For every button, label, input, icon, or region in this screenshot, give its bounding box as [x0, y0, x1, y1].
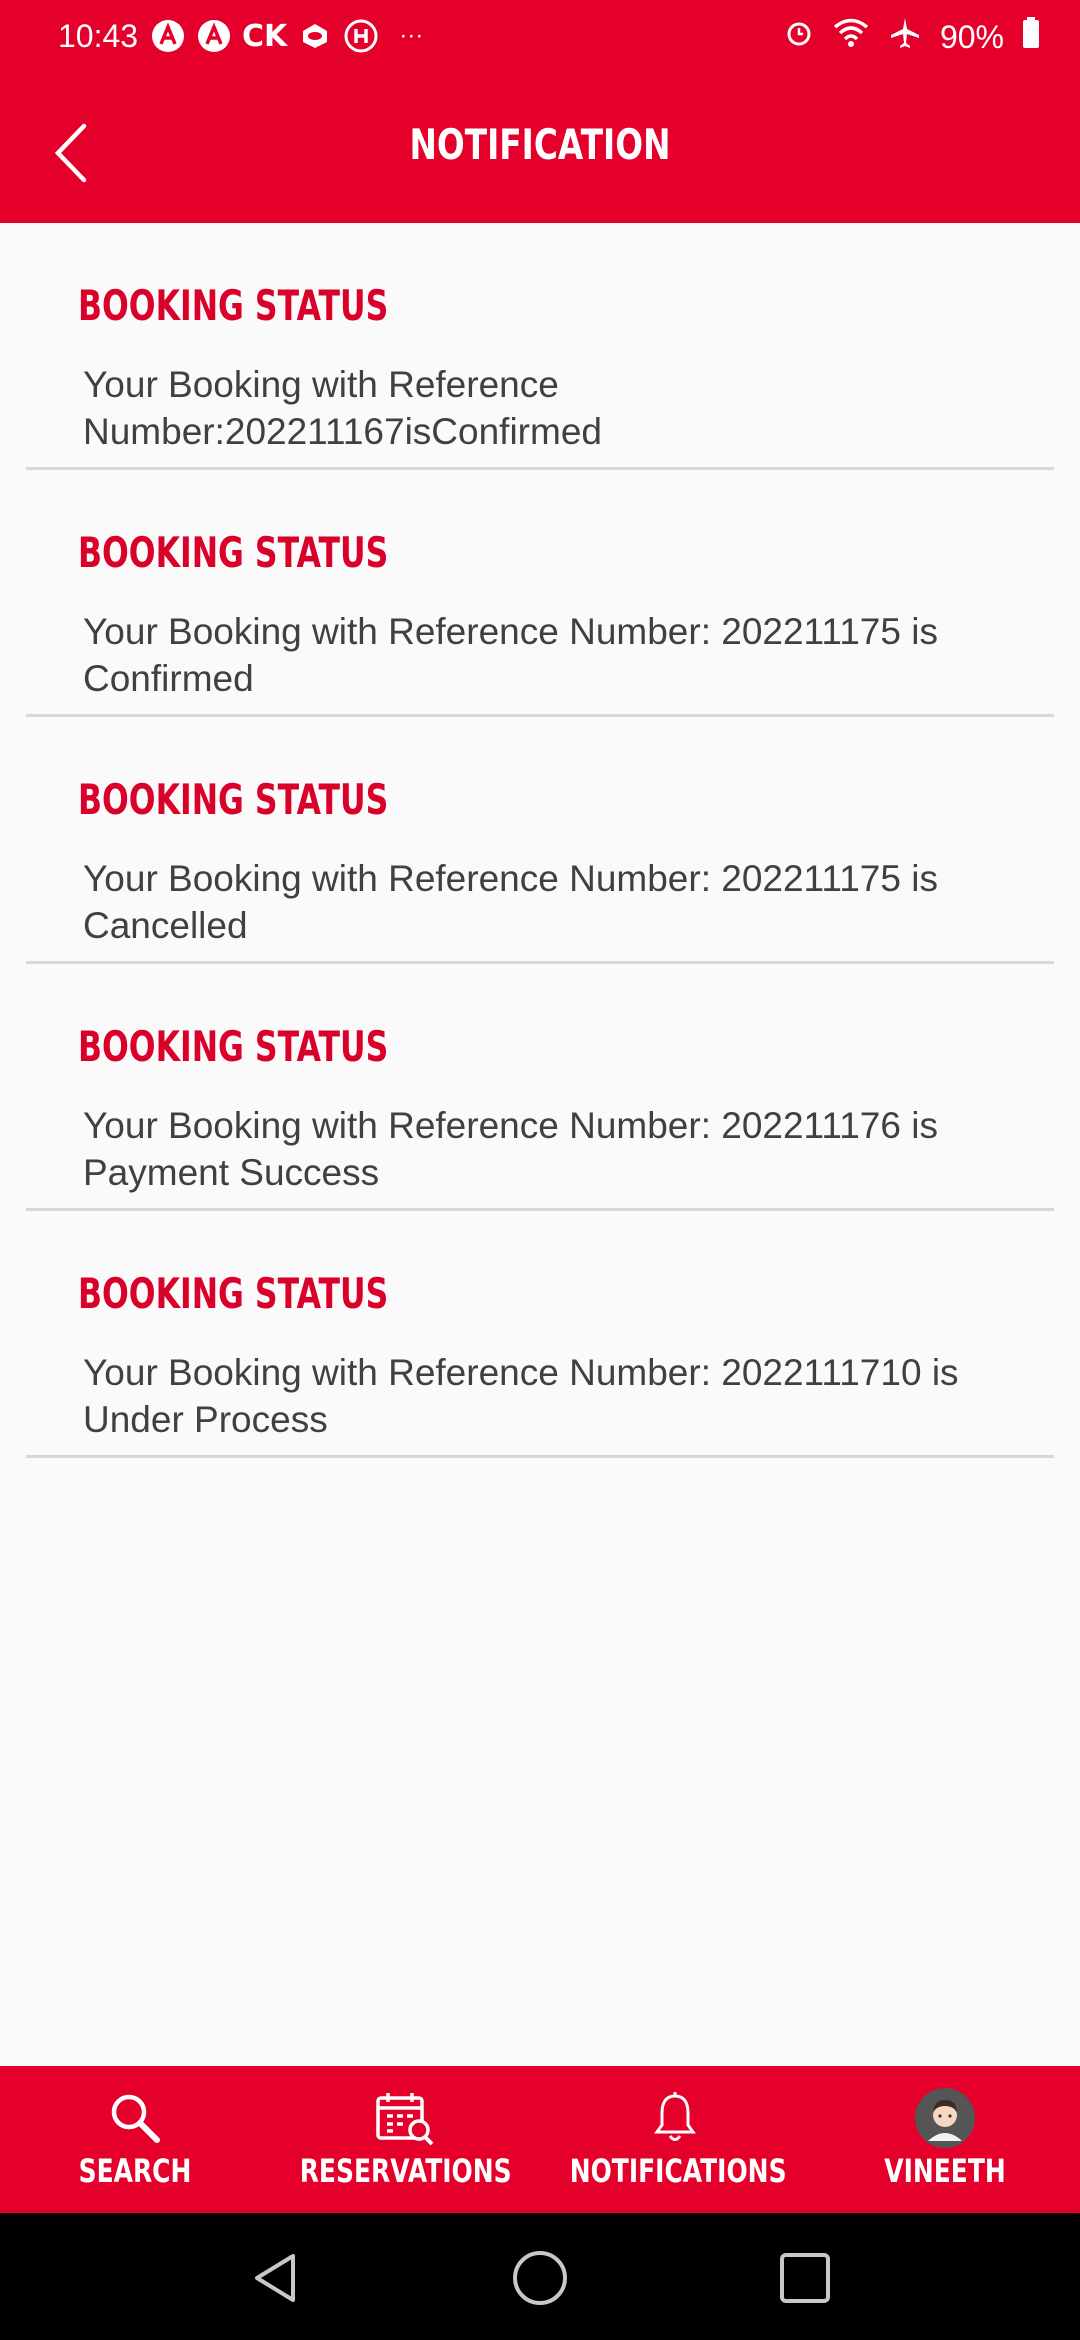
- list-item[interactable]: BOOKING STATUS Your Booking with Referen…: [26, 223, 1054, 470]
- notification-title: BOOKING STATUS: [78, 1022, 389, 1071]
- back-button[interactable]: [40, 118, 100, 188]
- battery-icon: [1022, 17, 1040, 57]
- app-a-icon: [196, 18, 232, 54]
- list-item[interactable]: BOOKING STATUS Your Booking with Referen…: [26, 964, 1054, 1211]
- battery-percent: 90%: [939, 18, 1004, 55]
- status-right-icons: 90%: [784, 16, 1040, 58]
- avatar: [913, 2086, 977, 2150]
- list-item[interactable]: BOOKING STATUS Your Booking with Referen…: [26, 717, 1054, 964]
- app-hex-icon: [297, 18, 333, 54]
- list-item[interactable]: BOOKING STATUS Your Booking with Referen…: [26, 470, 1054, 717]
- notification-title: BOOKING STATUS: [78, 281, 389, 330]
- alarm-icon: [784, 18, 814, 56]
- nav-label: NOTIFICATIONS: [569, 2152, 787, 2190]
- system-recents-button[interactable]: [770, 2243, 840, 2313]
- bell-icon: [643, 2086, 707, 2150]
- notification-message: Your Booking with Reference Number: 2022…: [83, 611, 938, 699]
- chevron-left-icon: [54, 123, 87, 183]
- wifi-icon: [832, 17, 870, 57]
- app-a-icon: [150, 18, 186, 54]
- app-header: NOTIFICATION: [0, 78, 1080, 223]
- status-time: 10:43: [58, 18, 139, 54]
- calendar-search-icon: [373, 2086, 437, 2150]
- notification-title: BOOKING STATUS: [78, 528, 389, 577]
- notification-message: Your Booking with Reference Number:20221…: [83, 364, 602, 452]
- nav-search[interactable]: SEARCH: [0, 2066, 270, 2213]
- status-notification-icons: CK ···: [150, 18, 423, 54]
- list-item[interactable]: BOOKING STATUS Your Booking with Referen…: [26, 1211, 1054, 1458]
- notification-title: BOOKING STATUS: [78, 775, 389, 824]
- nav-reservations[interactable]: RESERVATIONS: [270, 2066, 540, 2213]
- triangle-back-icon: [255, 2254, 295, 2302]
- nav-notifications[interactable]: NOTIFICATIONS: [540, 2066, 810, 2213]
- nav-label: SEARCH: [78, 2152, 192, 2190]
- system-navigation-bar: [0, 2213, 1080, 2340]
- notification-list: BOOKING STATUS Your Booking with Referen…: [0, 223, 1080, 1458]
- airplane-icon: [888, 16, 922, 58]
- notification-title: BOOKING STATUS: [78, 1269, 389, 1318]
- nav-label: VINEETH: [884, 2152, 1006, 2190]
- notification-message: Your Booking with Reference Number: 2022…: [83, 1352, 959, 1440]
- search-icon: [103, 2086, 167, 2150]
- notification-message: Your Booking with Reference Number: 2022…: [83, 1105, 938, 1193]
- bottom-navigation: SEARCH RESERVATIONS NOTIFICATIONS VINEET…: [0, 2066, 1080, 2213]
- square-recents-icon: [780, 2253, 830, 2303]
- status-more: ···: [399, 22, 424, 49]
- circle-home-icon: [513, 2251, 567, 2305]
- status-carrier-text: CK: [242, 18, 288, 54]
- notification-message: Your Booking with Reference Number: 2022…: [83, 858, 938, 946]
- nav-label: RESERVATIONS: [299, 2152, 512, 2190]
- system-back-button[interactable]: [240, 2243, 310, 2313]
- app-h-icon: [343, 18, 379, 54]
- status-bar: 10:43 CK ··· 90%: [0, 0, 1080, 78]
- system-home-button[interactable]: [505, 2243, 575, 2313]
- page-title: NOTIFICATION: [409, 120, 671, 169]
- nav-profile[interactable]: VINEETH: [810, 2066, 1080, 2213]
